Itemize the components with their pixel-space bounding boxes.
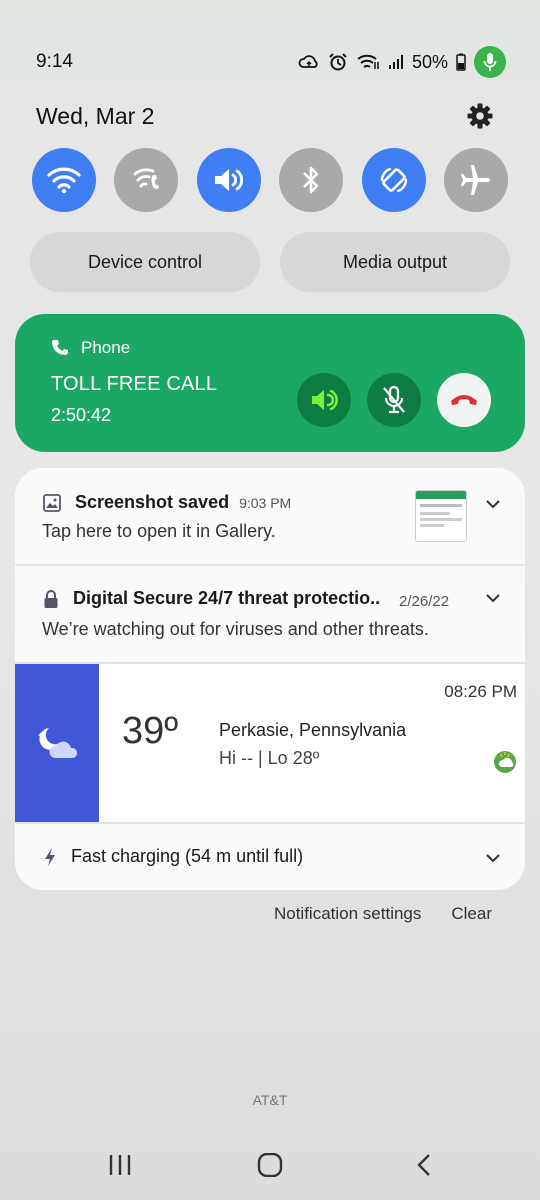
notification-actions: Notification settings Clear	[274, 904, 492, 924]
phone-icon	[52, 340, 68, 355]
navigation-bar	[0, 1140, 540, 1190]
notification-title: Screenshot saved	[75, 492, 230, 512]
status-time: 9:14	[36, 51, 73, 72]
wifi-calling-icon	[133, 168, 160, 189]
bluetooth-icon	[303, 166, 319, 194]
chevron-down-icon[interactable]	[483, 588, 503, 608]
notification-time: 9:03 PM	[239, 495, 292, 511]
weather-condition-panel	[15, 664, 99, 824]
notification-screenshot[interactable]: Screenshot saved 9:03 PM Tap here to open…	[15, 468, 525, 564]
toggle-auto-rotate[interactable]	[361, 148, 426, 212]
speaker-icon	[312, 389, 338, 411]
notification-security[interactable]: Digital Secure 24/7 threat protectio.. 2…	[15, 566, 525, 662]
toggle-wifi[interactable]	[32, 148, 96, 212]
weather-temperature: 39º	[122, 710, 179, 752]
quick-toggles	[32, 148, 508, 212]
chevron-down-icon[interactable]	[483, 494, 503, 514]
wifi-icon	[47, 167, 81, 194]
notification-body: We’re watching out for viruses and other…	[42, 619, 429, 639]
screenshot-thumbnail[interactable]	[415, 490, 467, 542]
battery-percent: 50%	[411, 51, 448, 72]
toggle-bluetooth[interactable]	[279, 148, 344, 212]
status-icons: 50%	[298, 46, 506, 78]
home-icon	[257, 1153, 283, 1177]
mute-button[interactable]	[367, 373, 421, 427]
notification-title: Digital Secure 24/7 threat protectio..	[73, 588, 381, 608]
notification-time: 2/26/22	[399, 593, 450, 610]
recents-button[interactable]	[100, 1150, 140, 1180]
weather-hi-lo: Hi -- | Lo 28º	[219, 748, 320, 768]
toggle-wifi-calling[interactable]	[114, 148, 179, 212]
night-cloudy-icon	[38, 728, 78, 758]
mic-active-icon[interactable]	[474, 46, 506, 78]
speaker-button[interactable]	[297, 373, 351, 427]
device-control-button[interactable]: Device control	[30, 232, 260, 292]
sync-icon	[298, 55, 318, 68]
date-label: Wed, Mar 2	[36, 102, 155, 129]
media-output-button[interactable]: Media output	[280, 232, 510, 292]
battery-charging-icon	[456, 53, 466, 71]
notification-weather[interactable]: 39º Perkasie, Pennsylvania Hi -- | Lo 28…	[15, 664, 525, 824]
ongoing-call-card[interactable]: Phone TOLL FREE CALL 2:50:42	[15, 314, 525, 452]
date-row: Wed, Mar 2	[36, 98, 494, 134]
call-controls	[297, 373, 491, 427]
call-app-name: Phone	[81, 338, 131, 357]
home-button[interactable]	[250, 1150, 290, 1180]
toggle-sound[interactable]	[196, 148, 261, 212]
signal-icon	[388, 55, 403, 69]
gallery-icon	[43, 493, 61, 512]
wifi-calling-icon	[357, 54, 379, 69]
back-icon	[417, 1154, 430, 1176]
notification-list: Screenshot saved 9:03 PM Tap here to open…	[15, 468, 525, 890]
notification-header: Digital Secure 24/7 threat protectio..	[43, 588, 380, 609]
call-timer: 2:50:42	[51, 405, 112, 425]
notification-header: Screenshot saved 9:03 PM	[43, 492, 291, 513]
notification-body: Tap here to open it in Gallery.	[42, 521, 276, 541]
call-title: TOLL FREE CALL	[51, 373, 218, 395]
end-call-icon	[451, 395, 477, 405]
end-call-button[interactable]	[437, 373, 491, 427]
notification-settings-button[interactable]: Notification settings	[274, 904, 421, 924]
status-bar: 9:14 50%	[36, 44, 506, 80]
auto-rotate-icon	[380, 167, 407, 193]
gear-icon[interactable]	[466, 102, 494, 130]
recents-icon	[109, 1155, 131, 1175]
back-button[interactable]	[404, 1150, 444, 1180]
alarm-icon	[329, 53, 347, 71]
call-app-header: Phone	[51, 338, 130, 358]
carrier-label: AT&T	[252, 1092, 288, 1108]
quick-pills: Device control Media output	[30, 232, 510, 292]
notification-charging[interactable]: Fast charging (54 m until full)	[15, 824, 525, 890]
notification-header: Fast charging (54 m until full)	[43, 846, 303, 867]
lock-icon	[44, 589, 58, 608]
airplane-icon	[460, 165, 490, 195]
chevron-down-icon[interactable]	[483, 848, 503, 868]
weather-app-icon	[494, 751, 516, 773]
clear-button[interactable]: Clear	[451, 904, 492, 924]
volume-icon	[214, 169, 243, 191]
lightning-icon	[45, 847, 55, 866]
weather-time: 08:26 PM	[444, 682, 517, 701]
weather-location: Perkasie, Pennsylvania	[219, 720, 407, 740]
toggle-airplane-mode[interactable]	[443, 148, 508, 212]
mic-off-icon	[383, 385, 405, 414]
notification-title: Fast charging (54 m until full)	[71, 846, 304, 866]
